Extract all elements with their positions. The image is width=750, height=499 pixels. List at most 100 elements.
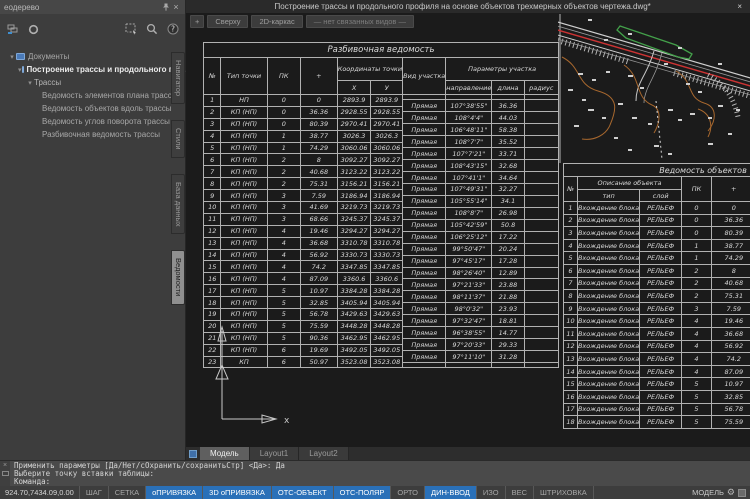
status-toggle-сетка[interactable]: СЕТКА (109, 486, 146, 499)
table-cell: 10 (564, 315, 578, 328)
gear-icon[interactable]: ⚙ (727, 487, 735, 498)
table-cell: РЕЛЬЕФ (640, 302, 682, 315)
stakeout-segment-row: Прямая107°38'55"36.36 (403, 100, 559, 112)
tree-item-label: Построение трассы и продольного про... (27, 65, 190, 74)
status-toggle-опривязка[interactable]: оПРИВЯЗКА (146, 486, 203, 499)
add-view-button[interactable]: + (190, 15, 204, 28)
stakeout-point-row: 11КП (НП)368.663245.373245.37 (204, 213, 403, 225)
table-cell: 56.92 (300, 249, 337, 261)
tab-styles[interactable]: Стили (171, 120, 185, 158)
object-row: 16Вхождение блокаРЕЛЬЕФ532.85 (564, 390, 750, 403)
drawing-close-icon[interactable]: × (734, 2, 745, 11)
expand-arrow-icon[interactable]: ▾ (18, 66, 22, 74)
view-top-button[interactable]: Сверху (207, 15, 248, 28)
table-cell: 3060.06 (371, 142, 403, 154)
drawing-title: Построение трассы и продольного профиля … (191, 2, 734, 11)
table-cell: 3 (267, 202, 300, 214)
table-cell: 7 (204, 166, 221, 178)
table-cell: 10 (204, 202, 221, 214)
table-cell: 2 (682, 277, 712, 290)
command-prompt[interactable]: Команда: (14, 478, 746, 486)
status-toggle-шаг[interactable]: ШАГ (80, 486, 109, 499)
command-panel-strip: × (0, 461, 10, 486)
tree-item-turn-angles[interactable]: Ведомость углов поворота трассы (0, 115, 185, 128)
table-cell: 31.28 (492, 351, 524, 363)
table-cell: РЕЛЬЕФ (640, 327, 682, 340)
table-cell: 68.66 (300, 213, 337, 225)
expand-arrow-icon[interactable]: ▾ (8, 53, 16, 61)
status-toggle-орто[interactable]: ОРТО (391, 486, 425, 499)
status-toggle-3d-опривязка[interactable]: 3D оПРИВЯЗКА (203, 486, 272, 499)
tab-database[interactable]: База данных (171, 174, 185, 235)
help-icon[interactable]: ? (166, 23, 179, 36)
table-cell: 36.36 (300, 106, 337, 118)
table-cell: 3310.78 (371, 237, 403, 249)
table-cell: РЕЛЬЕФ (640, 315, 682, 328)
table-cell: 17.28 (492, 255, 524, 267)
expand-arrow-icon[interactable]: ▾ (26, 79, 34, 87)
table-cell (524, 339, 558, 351)
table-cell: 13 (564, 353, 578, 366)
status-toggle-изо[interactable]: ИЗО (477, 486, 506, 499)
command-close-icon[interactable]: × (3, 462, 7, 469)
linked-views-button[interactable]: — нет связанных видов — (306, 15, 414, 28)
stakeout-point-row: 12КП (НП)419.463294.273294.27 (204, 225, 403, 237)
table-cell: 2893.9 (337, 95, 371, 107)
tree-item-project[interactable]: ▾ Построение трассы и продольного про... (0, 63, 185, 76)
drawing-titlebar: Построение трассы и продольного профиля … (186, 0, 750, 13)
table-cell: 21.88 (492, 291, 524, 303)
tab-layout1[interactable]: Layout1 (250, 447, 299, 460)
status-toggle-дин-ввод[interactable]: ДИН-ВВОД (425, 486, 477, 499)
table-cell: 3360.6 (337, 273, 371, 285)
stakeout-point-row: 5КП (НП)174.293060.063060.06 (204, 142, 403, 154)
stakeout-segment-row: Прямая108°4'4"44.03 (403, 112, 559, 124)
status-toggle-штриховка[interactable]: ШТРИХОВКА (534, 486, 594, 499)
table-cell: РЕЛЬЕФ (640, 403, 682, 416)
table-cell: 3219.73 (371, 202, 403, 214)
space-mode-label[interactable]: МОДЕЛЬ (692, 488, 724, 497)
col-plus: + (300, 58, 337, 95)
zoom-tool-icon[interactable] (145, 23, 158, 36)
table-cell: 19.46 (300, 225, 337, 237)
tree-item-stakeout[interactable]: Разбивочная ведомость трассы (0, 128, 185, 141)
table-cell: КП (НП) (221, 130, 267, 142)
status-toggle-вес[interactable]: ВЕС (506, 486, 534, 499)
select-rect-icon[interactable] (124, 23, 137, 36)
table-cell: Прямая (403, 124, 446, 136)
tab-reports[interactable]: Ведомости (171, 250, 185, 304)
table-cell: 23.93 (492, 303, 524, 315)
tab-model[interactable]: Модель (200, 447, 250, 460)
table-cell: 0 (300, 95, 337, 107)
table-cell: 3092.27 (371, 154, 403, 166)
status-toggle-отс-объект[interactable]: ОТС-ОБЪЕКТ (272, 486, 334, 499)
workspace-icon[interactable] (738, 489, 746, 497)
table-cell: 2928.55 (337, 106, 371, 118)
object-row: 13Вхождение блокаРЕЛЬЕФ474.2 (564, 353, 750, 366)
tab-layout2[interactable]: Layout2 (299, 447, 348, 460)
view-wireframe-button[interactable]: 2D-каркас (251, 15, 302, 28)
link-tool-icon[interactable] (6, 23, 19, 36)
objects-table[interactable]: Ведомость объектов № Описание объекта ПК… (563, 163, 750, 429)
stakeout-segment-row: Прямая108°43'15"32.68 (403, 160, 559, 172)
table-cell: Прямая (403, 148, 446, 160)
tab-navigator[interactable]: Навигатор (171, 52, 185, 104)
table-cell: РЕЛЬЕФ (640, 264, 682, 277)
table-cell (524, 172, 558, 184)
table-cell: Вхождение блока (577, 239, 639, 252)
table-cell: 75.31 (711, 290, 750, 303)
tree-item-documents[interactable]: ▾ Документы (0, 50, 185, 63)
table-cell: КП (НП) (221, 225, 267, 237)
site-plan-drawing (558, 13, 750, 165)
pin-icon[interactable] (161, 2, 171, 12)
drawing-canvas[interactable]: + Сверху 2D-каркас — нет связанных видов… (186, 13, 750, 447)
tree-item-routes[interactable]: ▾ Трассы (0, 76, 185, 89)
tree-item-objects-along[interactable]: Ведомость объектов вдоль трассы (0, 102, 185, 115)
refresh-icon[interactable] (27, 23, 40, 36)
status-toggle-отс-поляр[interactable]: ОТС-ПОЛЯР (334, 486, 392, 499)
model-space-icon[interactable] (186, 447, 200, 460)
object-row: 2Вхождение блокаРЕЛЬЕФ036.36 (564, 214, 750, 227)
col-coords: Координаты точки (337, 58, 402, 81)
tree-item-plan-elements[interactable]: Ведомость элементов плана трассы (0, 89, 185, 102)
table-cell: 80.39 (300, 118, 337, 130)
panel-close-icon[interactable]: × (171, 2, 181, 12)
